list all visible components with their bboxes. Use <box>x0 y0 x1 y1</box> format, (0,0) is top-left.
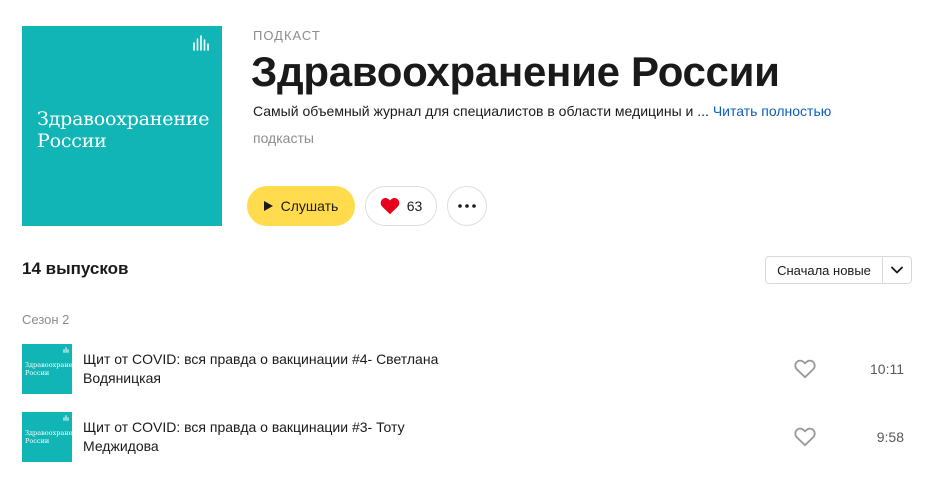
anchor-waves-icon <box>63 347 69 353</box>
play-icon <box>263 201 273 211</box>
cover-title: Здравоохранение России <box>37 108 209 152</box>
episode-duration: 9:58 <box>876 429 904 445</box>
episode-row[interactable]: Здравоохранение России Щит от COVID: вся… <box>22 412 912 462</box>
episode-thumbnail-caption: Здравоохранение России <box>25 361 85 377</box>
episode-thumbnail-caption: Здравоохранение России <box>25 429 85 445</box>
page-title: Здравоохранение России <box>251 48 780 95</box>
read-more-link[interactable]: Читать полностью <box>713 103 831 119</box>
heart-outline-icon[interactable] <box>794 427 816 447</box>
heart-filled-icon <box>380 198 400 215</box>
episode-duration: 10:11 <box>870 361 904 377</box>
episode-thumbnail-line2: России <box>25 437 50 445</box>
like-button[interactable]: 63 <box>365 186 437 226</box>
episode-thumbnail-line1: Здравоохранение <box>25 429 85 437</box>
chevron-down-icon <box>891 266 903 274</box>
episode-thumbnail-line1: Здравоохранение <box>25 361 85 369</box>
episodes-count: 14 выпусков <box>22 259 129 278</box>
more-dots-icon <box>458 204 476 208</box>
category-label: подкасты <box>253 130 314 146</box>
heart-outline-icon[interactable] <box>794 359 816 379</box>
sort-dropdown[interactable]: Сначала новые <box>765 256 912 284</box>
podcast-cover: Здравоохранение России <box>22 26 222 226</box>
episode-thumbnail-line2: России <box>25 369 50 377</box>
more-button[interactable] <box>447 186 487 226</box>
season-label: Сезон 2 <box>22 312 70 327</box>
content-type-label: ПОДКАСТ <box>253 28 321 43</box>
description-text: Самый объемный журнал для специалистов в… <box>253 103 709 119</box>
episode-title[interactable]: Щит от COVID: вся правда о вакцинации #4… <box>83 344 463 394</box>
sort-toggle[interactable] <box>883 257 911 283</box>
anchor-waves-icon <box>193 35 209 51</box>
podcast-page: Здравоохранение России ПОДКАСТ Здравоохр… <box>0 0 932 478</box>
episode-row[interactable]: Здравоохранение России Щит от COVID: вся… <box>22 344 912 394</box>
cover-title-line2: России <box>37 130 107 152</box>
episode-thumbnail: Здравоохранение России <box>22 412 85 462</box>
listen-button-label: Слушать <box>280 198 339 214</box>
episode-title[interactable]: Щит от COVID: вся правда о вакцинации #3… <box>83 412 463 462</box>
sort-dropdown-label[interactable]: Сначала новые <box>766 257 883 283</box>
description: Самый объемный журнал для специалистов в… <box>253 102 831 120</box>
cover-title-line1: Здравоохранение <box>37 108 210 130</box>
anchor-waves-icon <box>63 415 69 421</box>
like-count: 63 <box>406 198 423 214</box>
listen-button[interactable]: Слушать <box>247 186 355 226</box>
episode-thumbnail: Здравоохранение России <box>22 344 85 394</box>
